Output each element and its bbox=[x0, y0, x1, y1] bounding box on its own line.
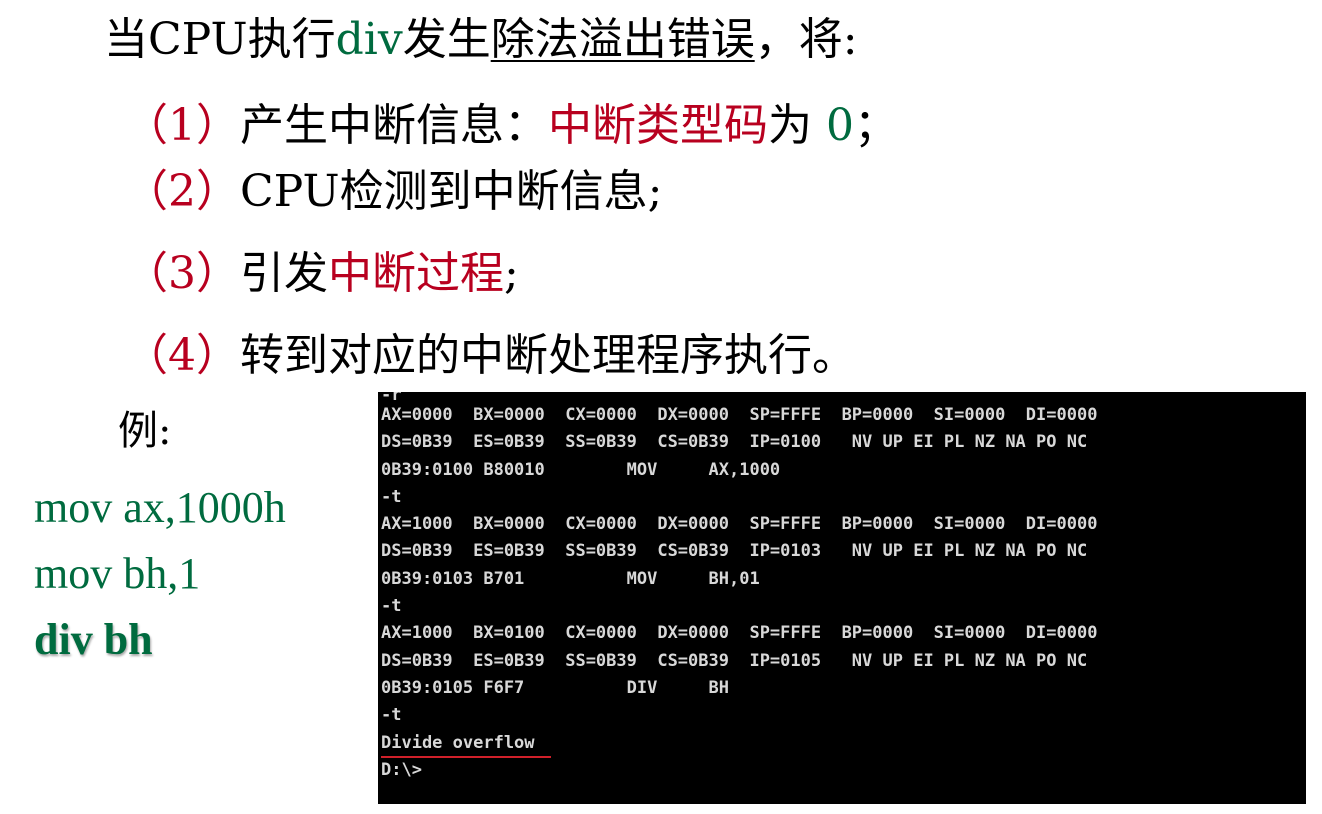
step-4-text: 转到对应的中断处理程序执行。 bbox=[240, 330, 856, 381]
intro-prefix: 当CPU执行 bbox=[104, 14, 336, 65]
console-line: AX=1000 BX=0000 CX=0000 DX=0000 SP=FFFE … bbox=[381, 514, 1098, 535]
console-line: 0B39:0100 B80010 MOV AX,1000 bbox=[381, 459, 781, 480]
console-prompt: D:\> bbox=[381, 759, 422, 780]
step-3-text: 引发 bbox=[240, 248, 328, 299]
intro-div-keyword: div bbox=[335, 14, 403, 65]
step-1: （1）产生中断信息：中断类型码为 0； bbox=[124, 98, 898, 154]
code-line-mov-bh: mov bh,1 bbox=[34, 549, 201, 598]
intro-line: 当CPU执行div发生除法溢出错误，将: bbox=[104, 12, 858, 68]
console-line: DS=0B39 ES=0B39 SS=0B39 CS=0B39 IP=0100 … bbox=[381, 432, 1088, 453]
console-line: 0B39:0103 B701 MOV BH,01 bbox=[381, 568, 760, 589]
console-line: -t bbox=[381, 486, 402, 507]
code-line-mov-ax: mov ax,1000h bbox=[34, 483, 286, 532]
console-line: -r bbox=[381, 392, 402, 405]
step-1-highlight: 中断类型码 bbox=[548, 100, 768, 151]
step-4: （4）转到对应的中断处理程序执行。 bbox=[124, 328, 856, 384]
console-line: -t bbox=[381, 596, 402, 617]
console-line: AX=0000 BX=0000 CX=0000 DX=0000 SP=FFFE … bbox=[381, 405, 1098, 425]
step-1-text2: 为 bbox=[768, 100, 812, 151]
console-line: AX=1000 BX=0100 CX=0000 DX=0000 SP=FFFE … bbox=[381, 623, 1098, 644]
intro-underlined: 除法溢出错误 bbox=[490, 14, 755, 65]
console-line: DS=0B39 ES=0B39 SS=0B39 CS=0B39 IP=0105 … bbox=[381, 650, 1088, 671]
console-line: -t bbox=[381, 705, 402, 726]
step-3-highlight: 中断过程 bbox=[328, 248, 504, 299]
step-2-text: CPU检测到中断信息; bbox=[240, 166, 663, 217]
step-2: （2）CPU检测到中断信息; bbox=[124, 164, 662, 220]
code-line-div-bh: div bh bbox=[34, 615, 153, 664]
console-line: DS=0B39 ES=0B39 SS=0B39 CS=0B39 IP=0103 … bbox=[381, 541, 1088, 562]
divide-overflow-message: Divide overflow bbox=[381, 731, 551, 758]
step-3: （3）引发中断过程; bbox=[124, 246, 519, 302]
step-3-text2: ; bbox=[504, 248, 519, 299]
console-line: 0B39:0105 F6F7 DIV BH bbox=[381, 677, 729, 698]
console-line-divide-overflow: Divide overflow bbox=[381, 730, 1306, 758]
step-1-text: 产生中断信息： bbox=[240, 100, 548, 151]
step-1-text3: ； bbox=[853, 100, 898, 151]
intro-mid: 发生 bbox=[402, 14, 491, 65]
step-1-zero: 0 bbox=[812, 100, 854, 151]
step-1-number: （1） bbox=[124, 100, 240, 151]
example-code: mov ax,1000h mov bh,1 div bh bbox=[34, 475, 286, 673]
step-2-number: （2） bbox=[124, 166, 240, 217]
step-3-number: （3） bbox=[124, 248, 240, 299]
example-label: 例: bbox=[118, 408, 172, 454]
intro-suffix: ，将: bbox=[754, 14, 858, 65]
step-4-number: （4） bbox=[124, 330, 240, 381]
debug-console-screenshot: -r AX=0000 BX=0000 CX=0000 DX=0000 SP=FF… bbox=[378, 392, 1306, 804]
